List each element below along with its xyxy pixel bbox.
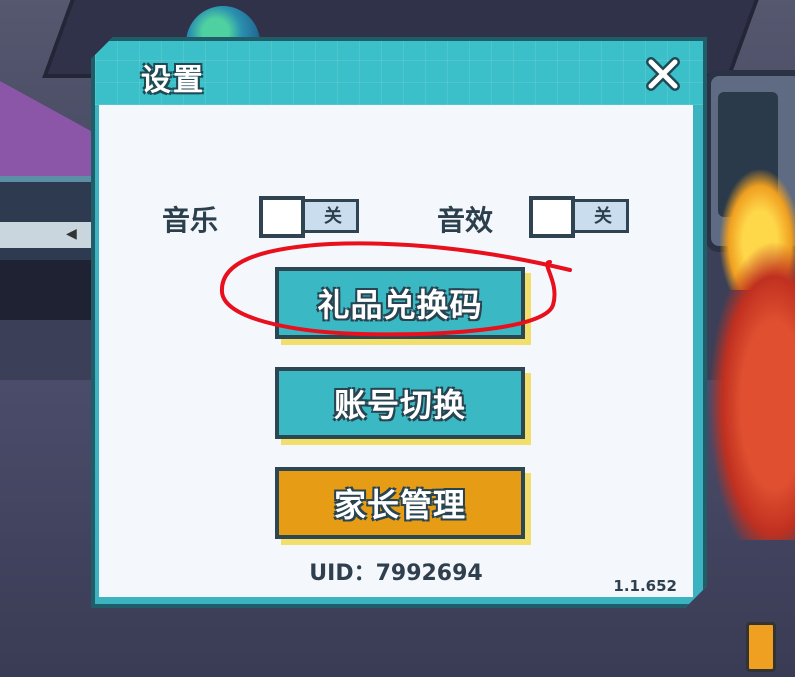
sfx-label: 音效: [437, 204, 494, 237]
music-toggle[interactable]: 关: [259, 196, 363, 236]
background-panel: [0, 260, 96, 320]
dialog-body: 音乐 关 音效 关 礼品兑换码 账号切换 家长管理 UID：7992694 1.…: [99, 105, 693, 597]
background-platform: [0, 176, 96, 266]
toggle-state: 关: [594, 206, 612, 227]
close-icon: [643, 54, 683, 94]
background-strip: [0, 222, 96, 248]
dialog-title: 设置: [141, 63, 205, 98]
button-face: 家长管理: [275, 467, 525, 539]
switch-account-button[interactable]: 账号切换: [275, 367, 525, 439]
gift-code-button[interactable]: 礼品兑换码: [275, 267, 525, 339]
toggle-knob: [259, 196, 305, 238]
settings-dialog: 设置 音乐 关 音效 关 礼品兑换码 账号切换 家长管理 UID：7992694…: [91, 37, 707, 608]
switch-account-label: 账号切换: [333, 386, 466, 424]
sfx-toggle[interactable]: 关: [529, 196, 633, 236]
uid-text: UID：7992694: [309, 561, 483, 586]
parental-controls-button[interactable]: 家长管理: [275, 467, 525, 539]
dragon-character: [708, 240, 795, 540]
button-face: 礼品兑换码: [275, 267, 525, 339]
parental-controls-label: 家长管理: [333, 486, 466, 524]
gift-code-label: 礼品兑换码: [317, 286, 483, 324]
close-button[interactable]: [643, 54, 683, 94]
button-face: 账号切换: [275, 367, 525, 439]
dialog-header: 设置: [95, 41, 703, 105]
left-arrow-icon: ◀: [66, 226, 77, 242]
toggle-knob: [529, 196, 575, 238]
version-text: 1.1.652: [613, 577, 677, 595]
toggle-state: 关: [324, 206, 342, 227]
alert-badge-icon: [746, 622, 776, 672]
music-label: 音乐: [162, 204, 219, 237]
